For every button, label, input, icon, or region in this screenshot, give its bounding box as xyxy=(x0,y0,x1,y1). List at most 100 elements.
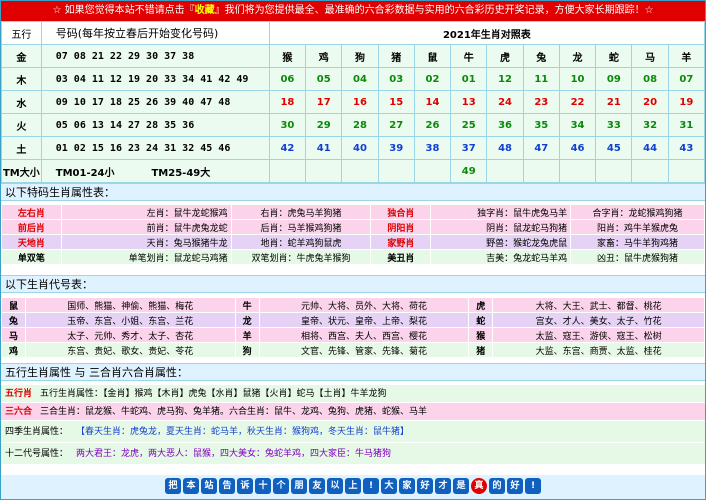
attr-label: 天地肖 xyxy=(1,234,62,250)
wuxing-row-text: 三合生肖：鼠龙猴、牛蛇鸡、虎马狗、兔羊猪。六合生肖：鼠牛、龙鸡、兔狗、虎猪、蛇猴… xyxy=(40,407,428,417)
attr-right: 地肖：蛇羊鸡狗鼠虎 xyxy=(230,234,372,250)
zodiac-number: 34 xyxy=(558,113,597,137)
element-numbers: 09 10 17 18 25 26 39 40 47 48 xyxy=(40,90,270,114)
element-cell: 木 xyxy=(1,67,42,91)
zodiac-number: 48 xyxy=(486,136,524,160)
zodiac-number: 46 xyxy=(558,136,597,160)
footer-char: 才 xyxy=(435,478,451,494)
element-cell: 水 xyxy=(1,90,42,114)
zodiac-code-desc: 大将、大王、武士、都督、桃花 xyxy=(492,297,705,313)
element-row: 土 01 02 15 16 23 24 31 32 45 46 42 41 40 39 38… xyxy=(1,136,706,160)
zodiac-head-8: 龙 xyxy=(558,44,597,68)
attr-left-2: 吉美：兔龙蛇马羊鸡 xyxy=(430,249,572,265)
zodiac-code-name: 蛇 xyxy=(468,312,494,328)
zodiac-number: 21 xyxy=(595,90,633,114)
zodiac-code-name: 虎 xyxy=(468,297,494,313)
code-row: 鸡东宫、贵妃、歌女、贵妃、苓花狗文官、先锋、管家、先锋、菊花猪大监、东宫、商贾、… xyxy=(1,342,705,358)
zodiac-code-name: 猴 xyxy=(468,327,494,343)
zodiac-number: 37 xyxy=(450,136,488,160)
footer-char: 站 xyxy=(201,478,217,494)
head-wuxing: 五行 xyxy=(1,21,42,45)
zodiac-number: 31 xyxy=(667,113,706,137)
zodiac-number: 10 xyxy=(558,67,597,91)
section-code-title: 以下生肖代号表： xyxy=(1,275,705,293)
tm-label: TM大小 xyxy=(1,159,42,183)
page: ☆ 如果您觉得本站不错请点击『收藏』我们将为您提供最全、最准确的六合彩数据与实用… xyxy=(0,0,706,500)
banner-post: 』我们将为您提供最全、最准确的六合彩数据与实用的六合彩历史开奖记录，方便大家长期… xyxy=(214,5,654,16)
code-row: 马太子、元帅、秀才、太子、杏花羊相将、西宫、夫人、西宫、樱花猴太监、寇王、游侠、… xyxy=(1,327,705,343)
zodiac-head-3: 猪 xyxy=(377,44,415,68)
element-numbers: 05 06 13 14 27 28 35 36 xyxy=(40,113,270,137)
footer-char: 诉 xyxy=(237,478,253,494)
zodiac-number: 14 xyxy=(413,90,452,114)
wuxing-row-label: 三六合 xyxy=(5,407,33,417)
extra-number: 49 xyxy=(450,159,488,183)
section-attr-title: 以下特码生肖属性表： xyxy=(1,183,705,201)
zodiac-number: 45 xyxy=(595,136,633,160)
zodiac-number: 23 xyxy=(522,90,560,114)
element-numbers: 01 02 15 16 23 24 31 32 45 46 xyxy=(40,136,270,160)
zodiac-number: 43 xyxy=(667,136,706,160)
zodiac-code-name: 马 xyxy=(1,327,26,343)
zodiac-number: 40 xyxy=(341,136,379,160)
footer-char: 本 xyxy=(183,478,199,494)
zodiac-head-4: 鼠 xyxy=(413,44,452,68)
zodiac-number: 15 xyxy=(377,90,415,114)
zodiac-number: 13 xyxy=(450,90,488,114)
zodiac-head-2: 狗 xyxy=(341,44,379,68)
zodiac-number: 16 xyxy=(341,90,379,114)
attr-table: 左右肖 左肖：鼠牛龙蛇猴鸡 右肖：虎兔马羊狗猪 独合肖 独字肖：鼠牛虎兔马羊 合字肖：龙蛇… xyxy=(1,204,705,265)
zodiac-code-name: 鸡 xyxy=(1,342,26,358)
zodiac-head-11: 羊 xyxy=(667,44,706,68)
zodiac-number: 19 xyxy=(667,90,706,114)
wuxing-row-label: 十二代号属性： xyxy=(5,449,69,459)
attr-row: 前后肖 前肖：鼠牛虎兔龙蛇 后肖：马羊猴鸡狗猪 阴阳肖 阴肖：鼠龙蛇马狗猪 阳肖：鸡牛羊猴… xyxy=(1,219,705,235)
zodiac-code-desc: 大监、东宫、商贾、太监、桂花 xyxy=(492,342,705,358)
zodiac-number: 36 xyxy=(486,113,524,137)
zodiac-head-1: 鸡 xyxy=(305,44,343,68)
tm-big: TM25-49大 xyxy=(151,167,211,179)
attr-right-2: 合字肖：龙蛇猴鸡狗猪 xyxy=(570,204,705,220)
footer-char: 把 xyxy=(165,478,181,494)
zodiac-number: 47 xyxy=(522,136,560,160)
wuxing-row: 十二代号属性： 两大君王：龙虎，两大恶人：鼠猴，四大美女：兔蛇羊鸡，四大家臣：牛马… xyxy=(1,443,705,465)
zodiac-code-desc: 皇帝、状元、皇帝、上帝、梨花 xyxy=(258,312,470,328)
footer-char: 是 xyxy=(453,478,469,494)
wuxing-row-label: 四季生肖属性： xyxy=(5,427,69,437)
attr-label: 左右肖 xyxy=(1,204,62,220)
zodiac-number: 01 xyxy=(450,67,488,91)
attr-label-2: 独合肖 xyxy=(370,204,432,220)
zodiac-number: 28 xyxy=(341,113,379,137)
zodiac-number: 30 xyxy=(268,113,307,137)
attr-left-2: 独字肖：鼠牛虎兔马羊 xyxy=(430,204,572,220)
element-cell: 土 xyxy=(1,136,42,160)
zodiac-head-7: 兔 xyxy=(522,44,560,68)
wuxing-row: 五行肖 五行生肖属性：【金肖】猴鸡【木肖】虎兔【水肖】鼠猪【火肖】蛇马【土肖】牛羊… xyxy=(1,385,705,403)
code-row: 兔玉帝、东宫、小姐、东宫、兰花龙皇帝、状元、皇帝、上帝、梨花蛇宫女、才人、美女、… xyxy=(1,312,705,328)
zodiac-table: 五行 号码(每年按立春后开始变化号码) 2021年生肖对照表 金 07 08 2… xyxy=(1,21,706,183)
zodiac-code-desc: 元帅、大将、员外、大将、荷花 xyxy=(258,297,470,313)
footer-char: 上 xyxy=(345,478,361,494)
zodiac-table-panel: 五行 号码(每年按立春后开始变化号码) 2021年生肖对照表 金 07 08 2… xyxy=(1,21,706,183)
footer-char: 以 xyxy=(327,478,343,494)
zodiac-number: 41 xyxy=(305,136,343,160)
section-wuxing-title: 五行生肖属性 与 三合肖六合肖属性： xyxy=(1,363,705,381)
zodiac-number: 06 xyxy=(268,67,307,91)
element-cell: 金 xyxy=(1,44,42,68)
zodiac-number: 33 xyxy=(595,113,633,137)
zodiac-head-6: 虎 xyxy=(486,44,524,68)
footer-char: 个 xyxy=(273,478,289,494)
footer-char: 家 xyxy=(399,478,415,494)
footer-char: ! xyxy=(363,478,379,494)
wuxing-row: 四季生肖属性： 【春天生肖：虎兔龙，夏天生肖：蛇马羊，秋天生肖：猴狗鸡，冬天生肖：… xyxy=(1,421,705,443)
attr-label-2: 阴阳肖 xyxy=(370,219,432,235)
zodiac-number: 27 xyxy=(377,113,415,137)
zodiac-number: 29 xyxy=(305,113,343,137)
zodiac-head-5: 牛 xyxy=(450,44,488,68)
zodiac-code-desc: 国师、熊猫、神偷、熊猫、梅花 xyxy=(24,297,236,313)
footer-char: 好 xyxy=(507,478,523,494)
zodiac-code-desc: 东宫、贵妃、歌女、贵妃、苓花 xyxy=(24,342,236,358)
bookmark-link[interactable]: 收藏 xyxy=(195,5,215,16)
footer-char: 的 xyxy=(489,478,505,494)
zodiac-number: 02 xyxy=(413,67,452,91)
